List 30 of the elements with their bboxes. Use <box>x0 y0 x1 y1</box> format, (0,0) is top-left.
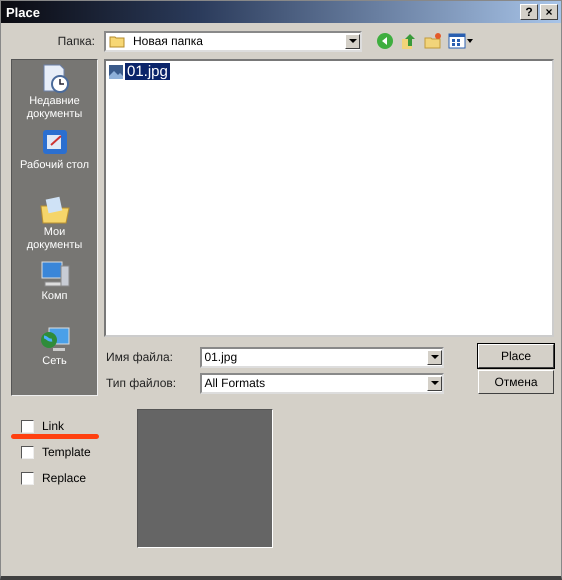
file-name[interactable]: 01.jpg <box>125 63 170 80</box>
documents-folder-icon[interactable] <box>38 194 70 226</box>
look-in-label: Папка: <box>56 34 95 48</box>
help-button[interactable]: ? <box>520 4 538 20</box>
close-button[interactable]: × <box>540 4 558 20</box>
place-label[interactable]: Сеть <box>14 355 94 368</box>
checkbox[interactable] <box>21 472 34 484</box>
place-label[interactable]: Рабочий стол <box>14 159 94 172</box>
place-button[interactable]: Place <box>478 344 554 368</box>
file-type-label: Тип файлов: <box>105 376 178 390</box>
place-label[interactable]: Комп <box>14 290 94 303</box>
place-label[interactable]: Мои документы <box>24 226 84 252</box>
file-name-field[interactable]: 01.jpg <box>200 346 444 368</box>
option-label[interactable]: Template <box>42 445 91 459</box>
checkbox[interactable] <box>21 446 34 458</box>
folder-icon <box>109 34 125 48</box>
place-label[interactable]: Недавние документы <box>24 95 84 121</box>
file-type-dropdown[interactable]: All Formats <box>200 372 444 394</box>
checkbox[interactable] <box>21 420 34 432</box>
window-title: Place <box>6 4 41 20</box>
back-icon[interactable] <box>376 32 394 50</box>
cancel-button[interactable]: Отмена <box>478 370 554 394</box>
new-folder-icon[interactable] <box>424 32 442 50</box>
up-folder-icon[interactable] <box>400 32 418 50</box>
image-file-icon <box>108 64 124 80</box>
look-in-dropdown[interactable]: Новая папка <box>104 30 362 52</box>
option-label[interactable]: Replace <box>42 471 86 485</box>
view-menu-icon[interactable] <box>448 32 474 50</box>
option-label[interactable]: Link <box>42 419 64 433</box>
file-name-label: Имя файла: <box>105 350 174 364</box>
